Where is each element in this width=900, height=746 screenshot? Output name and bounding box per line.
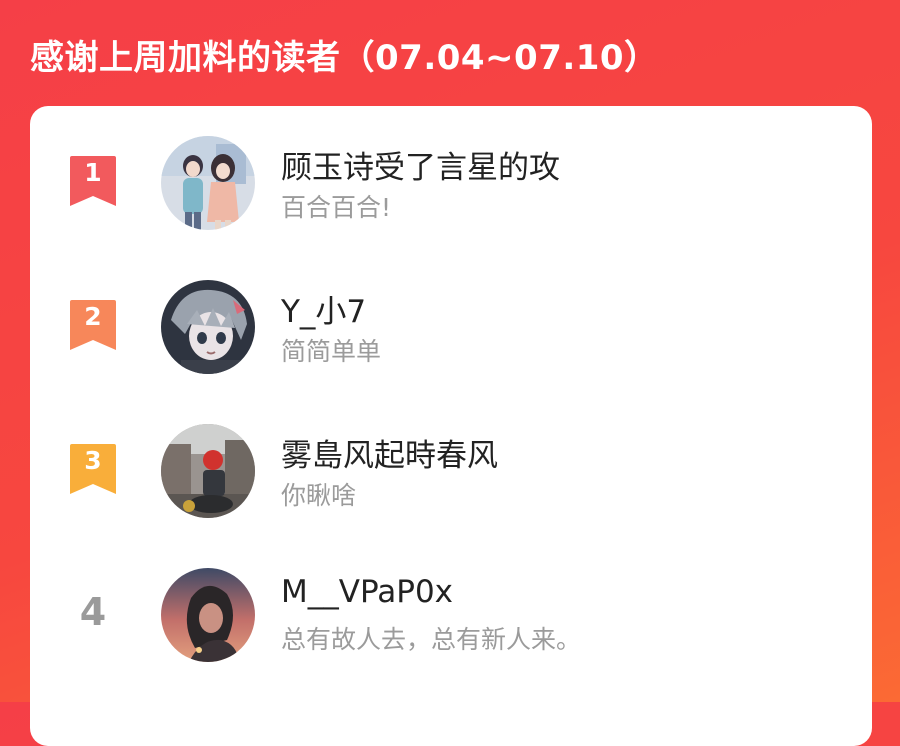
rank-number: 3 [84,446,102,475]
avatar-rider-icon [161,424,255,518]
reader-note: 你瞅啥 [281,481,357,510]
avatar-anime-couple-icon [161,136,255,230]
rank-ribbon-icon: 1 [68,156,118,208]
reader-note: 百合百合! [281,193,392,222]
reader-row-4[interactable]: 4 M__VPaP0x 总有故人去，总有新人来。 [30,538,872,662]
reader-avatar[interactable] [161,280,255,374]
reader-name: 雾島风起時春风 [281,438,498,474]
avatar-portrait-icon [161,568,255,662]
reader-note: 总有故人去，总有新人来。 [281,625,582,654]
reader-name: Y_小7 [281,294,367,330]
rank-number: 4 [79,590,107,634]
reader-name: M__VPaP0x [281,574,454,610]
reader-note: 简简单单 [281,337,382,366]
reader-ranking-card: 1 顾玉诗受了言星的攻 百合百合! 2 Y_小7 简简单单 3 雾島风起時春风 … [30,106,872,746]
rank-number: 2 [84,302,102,331]
page-title: 感谢上周加料的读者（07.04~07.10） [30,38,659,78]
rank-number: 1 [84,158,102,187]
reader-row-2[interactable]: 2 Y_小7 简简单单 [30,250,872,374]
reader-row-1[interactable]: 1 顾玉诗受了言星的攻 百合百合! [30,106,872,230]
rank-ribbon-icon: 3 [68,444,118,496]
reader-avatar[interactable] [161,424,255,518]
rank-ribbon-icon: 2 [68,300,118,352]
avatar-anime-boy-icon [161,280,255,374]
reader-row-3[interactable]: 3 雾島风起時春风 你瞅啥 [30,394,872,518]
reader-avatar[interactable] [161,568,255,662]
reader-name: 顾玉诗受了言星的攻 [281,150,560,186]
reader-avatar[interactable] [161,136,255,230]
